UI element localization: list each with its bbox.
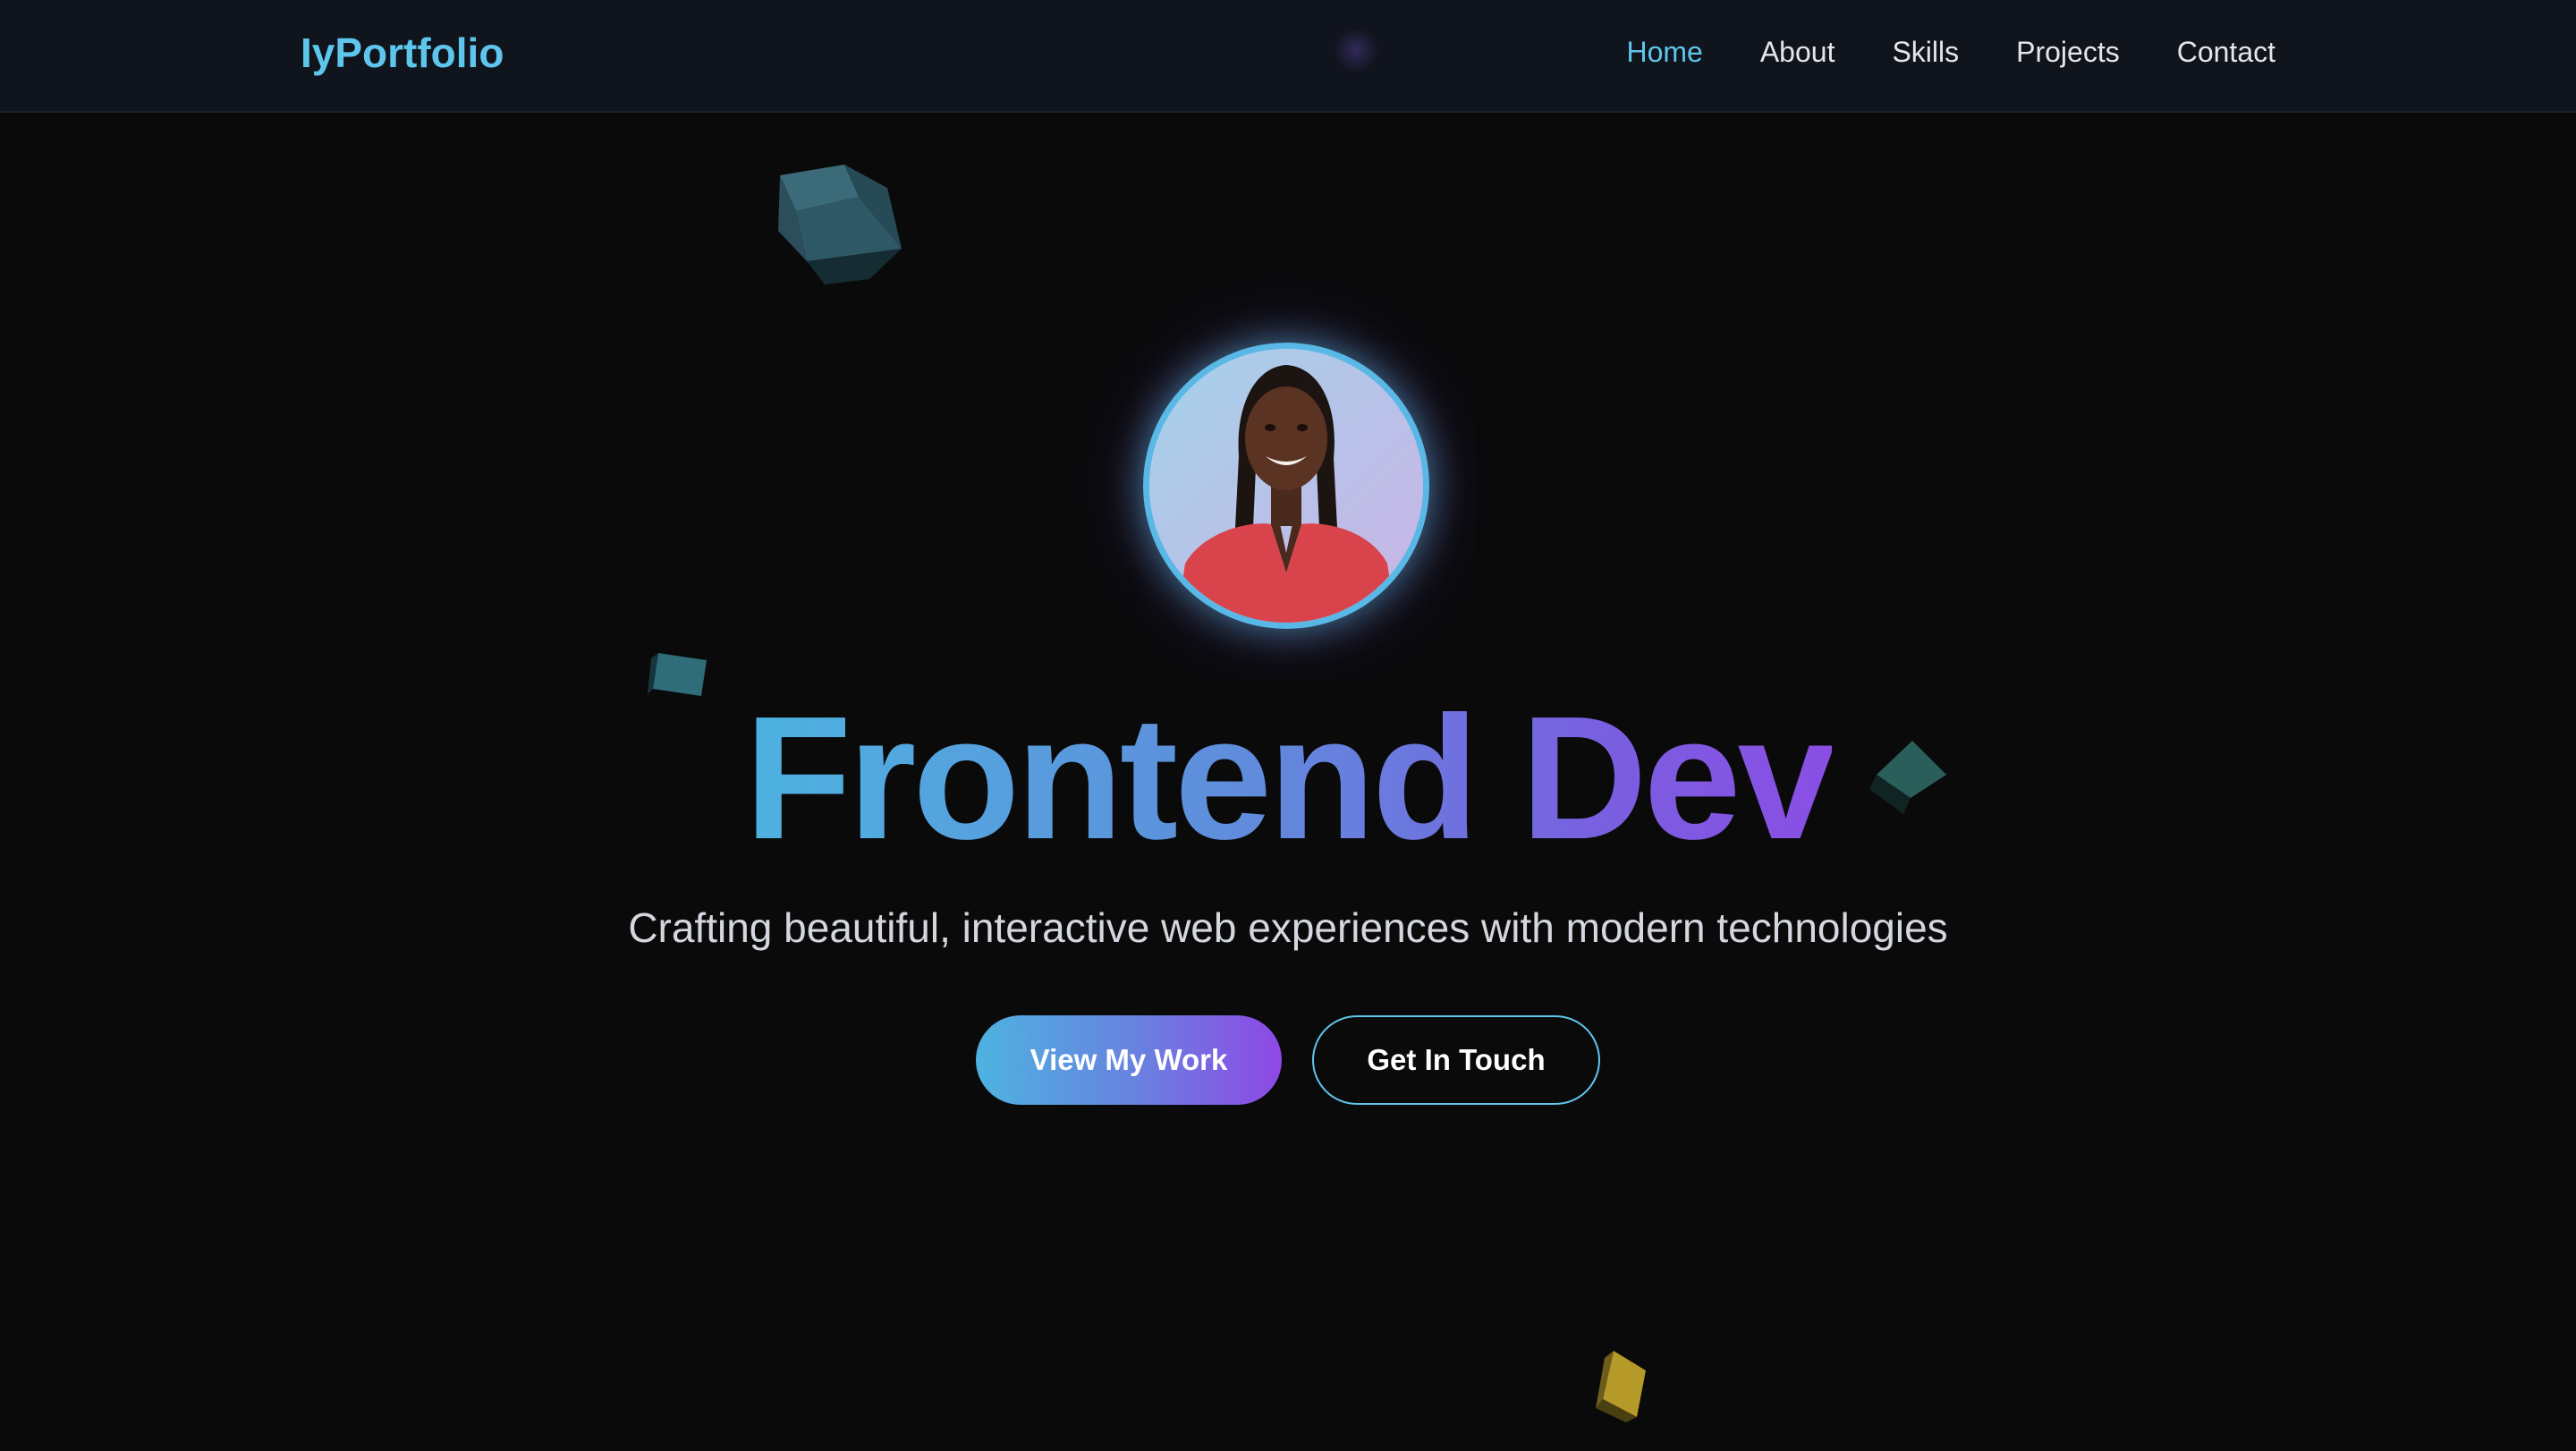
nav-link-skills[interactable]: Skills	[1892, 36, 1959, 69]
nav-link-projects[interactable]: Projects	[2016, 36, 2120, 69]
hero-title-text: Frontend Dev	[744, 680, 1835, 876]
avatar-frame	[1143, 343, 1429, 629]
cta-buttons: View My Work Get In Touch	[0, 1015, 2576, 1105]
brand-logo[interactable]: IyPortfolio	[301, 29, 504, 77]
hero-title: Frontend Dev	[0, 689, 2576, 868]
floating-cube-icon	[1596, 1351, 1646, 1422]
view-my-work-button[interactable]: View My Work	[976, 1015, 1282, 1105]
page: IyPortfolio Home About Skills Projects C…	[0, 0, 2576, 1451]
nav-link-home[interactable]: Home	[1626, 36, 1702, 69]
hero-subtitle: Crafting beautiful, interactive web expe…	[628, 904, 1948, 951]
nav-links: Home About Skills Projects Contact	[1626, 36, 2275, 69]
nav-glow-decoration	[1333, 27, 1379, 73]
get-in-touch-button[interactable]: Get In Touch	[1312, 1015, 1600, 1105]
avatar	[1143, 343, 1429, 629]
nav-link-contact[interactable]: Contact	[2177, 36, 2275, 69]
floating-cube-icon	[778, 165, 902, 284]
profile-photo-icon	[1149, 349, 1423, 623]
nav-link-about[interactable]: About	[1760, 36, 1835, 69]
navbar: IyPortfolio Home About Skills Projects C…	[0, 0, 2576, 113]
